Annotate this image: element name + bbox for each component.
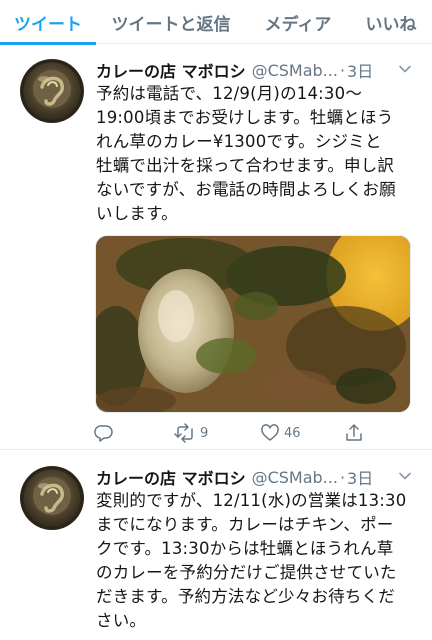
retweet-icon (174, 423, 193, 443)
separator-dot: · (339, 60, 346, 80)
tweet-header: カレーの店 マボロシ @CSMab... · 3日 (96, 465, 416, 489)
tab-tweets-and-replies[interactable]: ツイートと返信 (96, 0, 246, 44)
profile-tabs: ツイート ツイートと返信 メディア いいね (0, 0, 432, 45)
reply-button[interactable] (94, 422, 114, 444)
avatar[interactable] (20, 59, 84, 123)
like-icon (261, 424, 279, 441)
tweet-photo[interactable] (95, 235, 411, 413)
avatar[interactable] (20, 466, 84, 530)
reply-icon (94, 425, 113, 442)
tweet-text-line: 変則的ですが、12/11(水)の営業は13:30 (96, 491, 407, 510)
tweet[interactable]: カレーの店 マボロシ @CSMab... · 3日 変則的ですが、12/11(水… (0, 451, 432, 640)
share-button[interactable] (344, 422, 364, 444)
like-count: 46 (284, 425, 301, 441)
tweet-text: 変則的ですが、12/11(水)の営業は13:30 までになります。カレーはチキン… (96, 489, 416, 633)
display-name[interactable]: カレーの店 マボロシ (96, 465, 246, 489)
tweet-text-line: いします。 (96, 204, 178, 223)
display-name[interactable]: カレーの店 マボロシ (96, 58, 246, 82)
share-icon (346, 424, 362, 441)
curry-photo (96, 236, 410, 412)
user-handle[interactable]: @CSMab... (252, 61, 338, 80)
tweet-text-line: れん草のカレー¥1300です。シジミと (96, 132, 382, 151)
retweet-count: 9 (200, 425, 209, 441)
timestamp[interactable]: 3日 (347, 58, 373, 82)
tweet-text-line: までになります。カレーはチキン、ポー (96, 515, 394, 534)
tweet-text-line: だきます。予約方法など少々お待ちくだ (96, 587, 395, 606)
tweet-text-line: さい。 (96, 611, 147, 630)
retweet-button[interactable]: 9 (174, 422, 208, 444)
separator-dot: · (339, 467, 346, 487)
like-button[interactable]: 46 (260, 422, 301, 444)
tab-media[interactable]: メディア (246, 0, 350, 44)
chevron-down-icon[interactable] (398, 62, 412, 76)
tweet-text-line: ないですが、お電話の時間よろしくお願 (96, 180, 396, 199)
tweet[interactable]: カレーの店 マボロシ @CSMab... · 3日 予約は電話で、12/9(月)… (0, 44, 432, 450)
tweet-text-line: 19:00頃までお受けします。牡蠣とほう (96, 108, 394, 127)
tweet-text-line: 牡蠣で出汁を採って合わせます。申し訳 (96, 156, 395, 175)
tweet-actions: 9 46 (94, 422, 384, 444)
tab-tweets[interactable]: ツイート (0, 0, 96, 45)
tweet-header: カレーの店 マボロシ @CSMab... · 3日 (96, 58, 416, 82)
tweet-text: 予約は電話で、12/9(月)の14:30〜 19:00頃までお受けします。牡蠣と… (96, 82, 416, 226)
timestamp[interactable]: 3日 (347, 465, 373, 489)
tweet-text-line: 予約は電話で、12/9(月)の14:30〜 (96, 84, 363, 103)
tab-likes[interactable]: いいね (350, 0, 432, 44)
tweet-text-line: のカレーを予約分だけご提供させていた (96, 563, 397, 582)
tweet-text-line: クです。13:30からは牡蠣とほうれん草 (96, 539, 394, 558)
user-handle[interactable]: @CSMab... (252, 468, 338, 487)
chevron-down-icon[interactable] (398, 469, 412, 483)
